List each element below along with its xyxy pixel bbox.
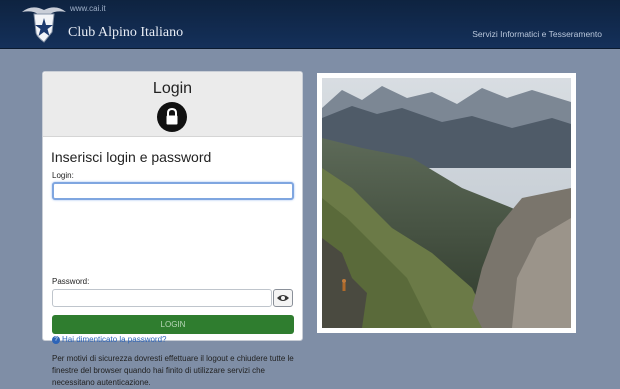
mountain-photo bbox=[317, 73, 576, 333]
security-notice: Per motivi di sicurezza dovresti effettu… bbox=[52, 354, 294, 387]
login-title: Login bbox=[152, 80, 193, 97]
brand-title[interactable]: Club Alpino Italiano bbox=[68, 25, 183, 41]
top-header: www.cai.it Club Alpino Italiano Servizi … bbox=[0, 0, 620, 49]
password-input[interactable] bbox=[52, 289, 272, 307]
login-panel-header: Login bbox=[43, 72, 302, 137]
show-password-button[interactable] bbox=[273, 289, 293, 307]
password-label: Password: bbox=[52, 277, 90, 286]
site-url: www.cai.it bbox=[70, 4, 106, 13]
login-panel: Login Inserisci login e password Login: … bbox=[42, 71, 303, 387]
cai-logo[interactable] bbox=[20, 2, 68, 46]
service-link[interactable]: Servizi Informatici e Tesseramento bbox=[472, 29, 602, 39]
login-input[interactable] bbox=[52, 182, 294, 200]
eye-icon bbox=[277, 295, 289, 301]
lock-icon bbox=[157, 102, 187, 132]
login-button[interactable]: LOGIN bbox=[52, 315, 294, 334]
login-subtitle: Inserisci login e password bbox=[51, 149, 212, 165]
login-label: Login: bbox=[52, 171, 74, 180]
